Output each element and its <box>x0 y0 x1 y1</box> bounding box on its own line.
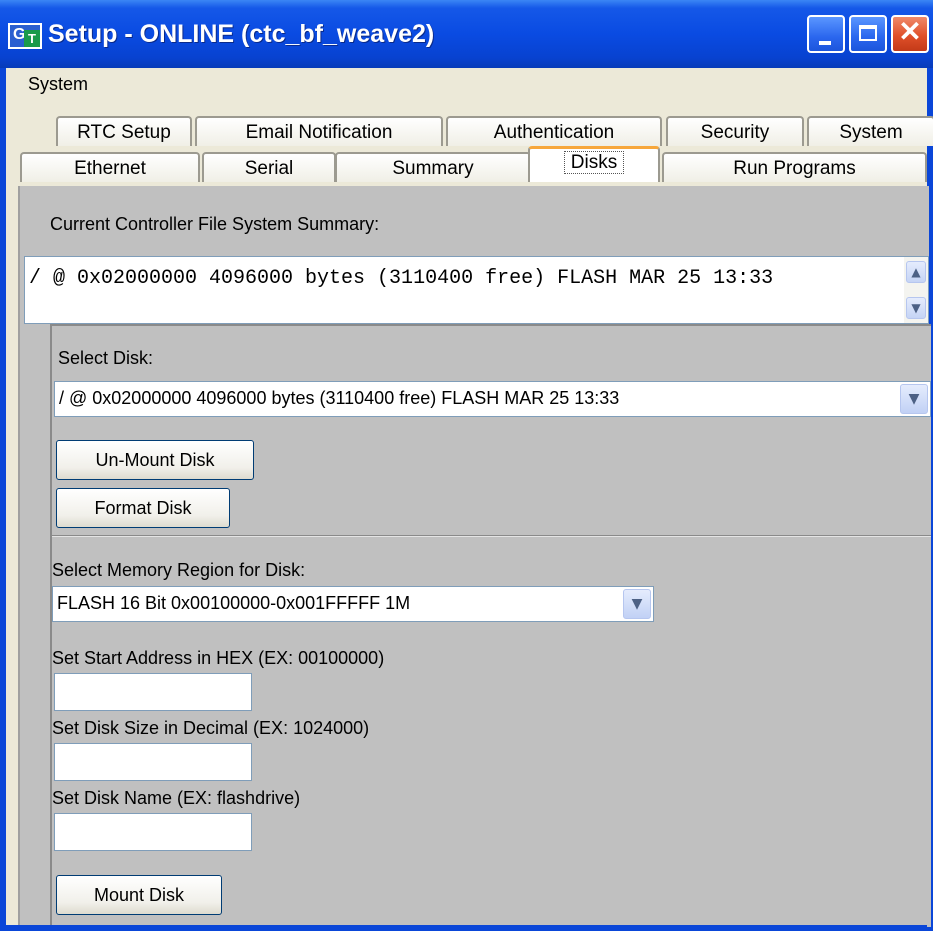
start-address-label: Set Start Address in HEX (EX: 00100000) <box>52 648 385 668</box>
summary-textarea[interactable]: / @ 0x02000000 4096000 bytes (3110400 fr… <box>24 256 929 324</box>
window-title: Setup - ONLINE (ctc_bf_weave2) <box>48 20 435 48</box>
tab-disks[interactable]: Disks <box>528 146 660 182</box>
minimize-icon <box>819 41 831 45</box>
tab-run-programs[interactable]: Run Programs <box>662 152 927 182</box>
maximize-button[interactable] <box>849 15 887 53</box>
scroll-down-icon[interactable]: ▼ <box>906 297 926 319</box>
close-button[interactable]: ✕ <box>891 15 929 53</box>
disks-panel: Current Controller File System Summary: … <box>18 186 931 927</box>
separator <box>52 535 931 537</box>
tab-ethernet[interactable]: Ethernet <box>20 152 200 182</box>
tab-system[interactable]: System <box>807 116 933 146</box>
close-icon: ✕ <box>898 16 922 47</box>
title-bar[interactable]: GT Setup - ONLINE (ctc_bf_weave2) ✕ <box>0 0 933 68</box>
memory-region-value: FLASH 16 Bit 0x00100000-0x001FFFFF 1M <box>57 593 411 613</box>
tab-serial[interactable]: Serial <box>202 152 336 182</box>
menu-system[interactable]: System <box>28 74 88 95</box>
dialog-content: RTC Setup Email Notification Authenticat… <box>6 102 933 927</box>
chevron-down-icon[interactable]: ▼ <box>900 384 928 414</box>
disk-size-input[interactable] <box>54 743 252 781</box>
scroll-up-icon[interactable]: ▲ <box>906 261 926 283</box>
memory-region-label: Select Memory Region for Disk: <box>52 560 306 580</box>
disk-name-input[interactable] <box>54 813 252 851</box>
tab-strip: RTC Setup Email Notification Authenticat… <box>6 102 933 186</box>
tab-authentication[interactable]: Authentication <box>446 116 662 146</box>
maximize-icon <box>859 25 877 41</box>
summary-label: Current Controller File System Summary: <box>50 214 380 234</box>
unmount-disk-button[interactable]: Un-Mount Disk <box>56 440 254 480</box>
tab-summary[interactable]: Summary <box>335 152 531 182</box>
setup-window: GT Setup - ONLINE (ctc_bf_weave2) ✕ Syst… <box>0 0 933 931</box>
tab-security[interactable]: Security <box>666 116 804 146</box>
memory-region-dropdown[interactable]: FLASH 16 Bit 0x00100000-0x001FFFFF 1M ▼ <box>52 586 654 622</box>
start-address-input[interactable] <box>54 673 252 711</box>
tab-email-notification[interactable]: Email Notification <box>195 116 443 146</box>
disk-name-label: Set Disk Name (EX: flashdrive) <box>52 788 301 808</box>
tab-disks-label: Disks <box>563 151 625 174</box>
window-bottom-border <box>6 925 927 931</box>
select-disk-label: Select Disk: <box>58 348 154 368</box>
mount-disk-button[interactable]: Mount Disk <box>56 875 222 915</box>
minimize-button[interactable] <box>807 15 845 53</box>
summary-text: / @ 0x02000000 4096000 bytes (3110400 fr… <box>29 267 774 290</box>
disk-size-label: Set Disk Size in Decimal (EX: 1024000) <box>52 718 370 738</box>
select-disk-value: / @ 0x02000000 4096000 bytes (3110400 fr… <box>59 388 620 408</box>
app-logo-icon: GT <box>8 23 42 49</box>
format-disk-button[interactable]: Format Disk <box>56 488 230 528</box>
tab-rtc-setup[interactable]: RTC Setup <box>56 116 192 146</box>
select-disk-dropdown[interactable]: / @ 0x02000000 4096000 bytes (3110400 fr… <box>54 381 931 417</box>
chevron-down-icon[interactable]: ▼ <box>623 589 651 619</box>
menu-bar: System <box>6 68 927 103</box>
summary-scrollbar[interactable]: ▲ ▼ <box>904 257 928 323</box>
disk-options-group: Select Disk: / @ 0x02000000 4096000 byte… <box>50 324 931 927</box>
